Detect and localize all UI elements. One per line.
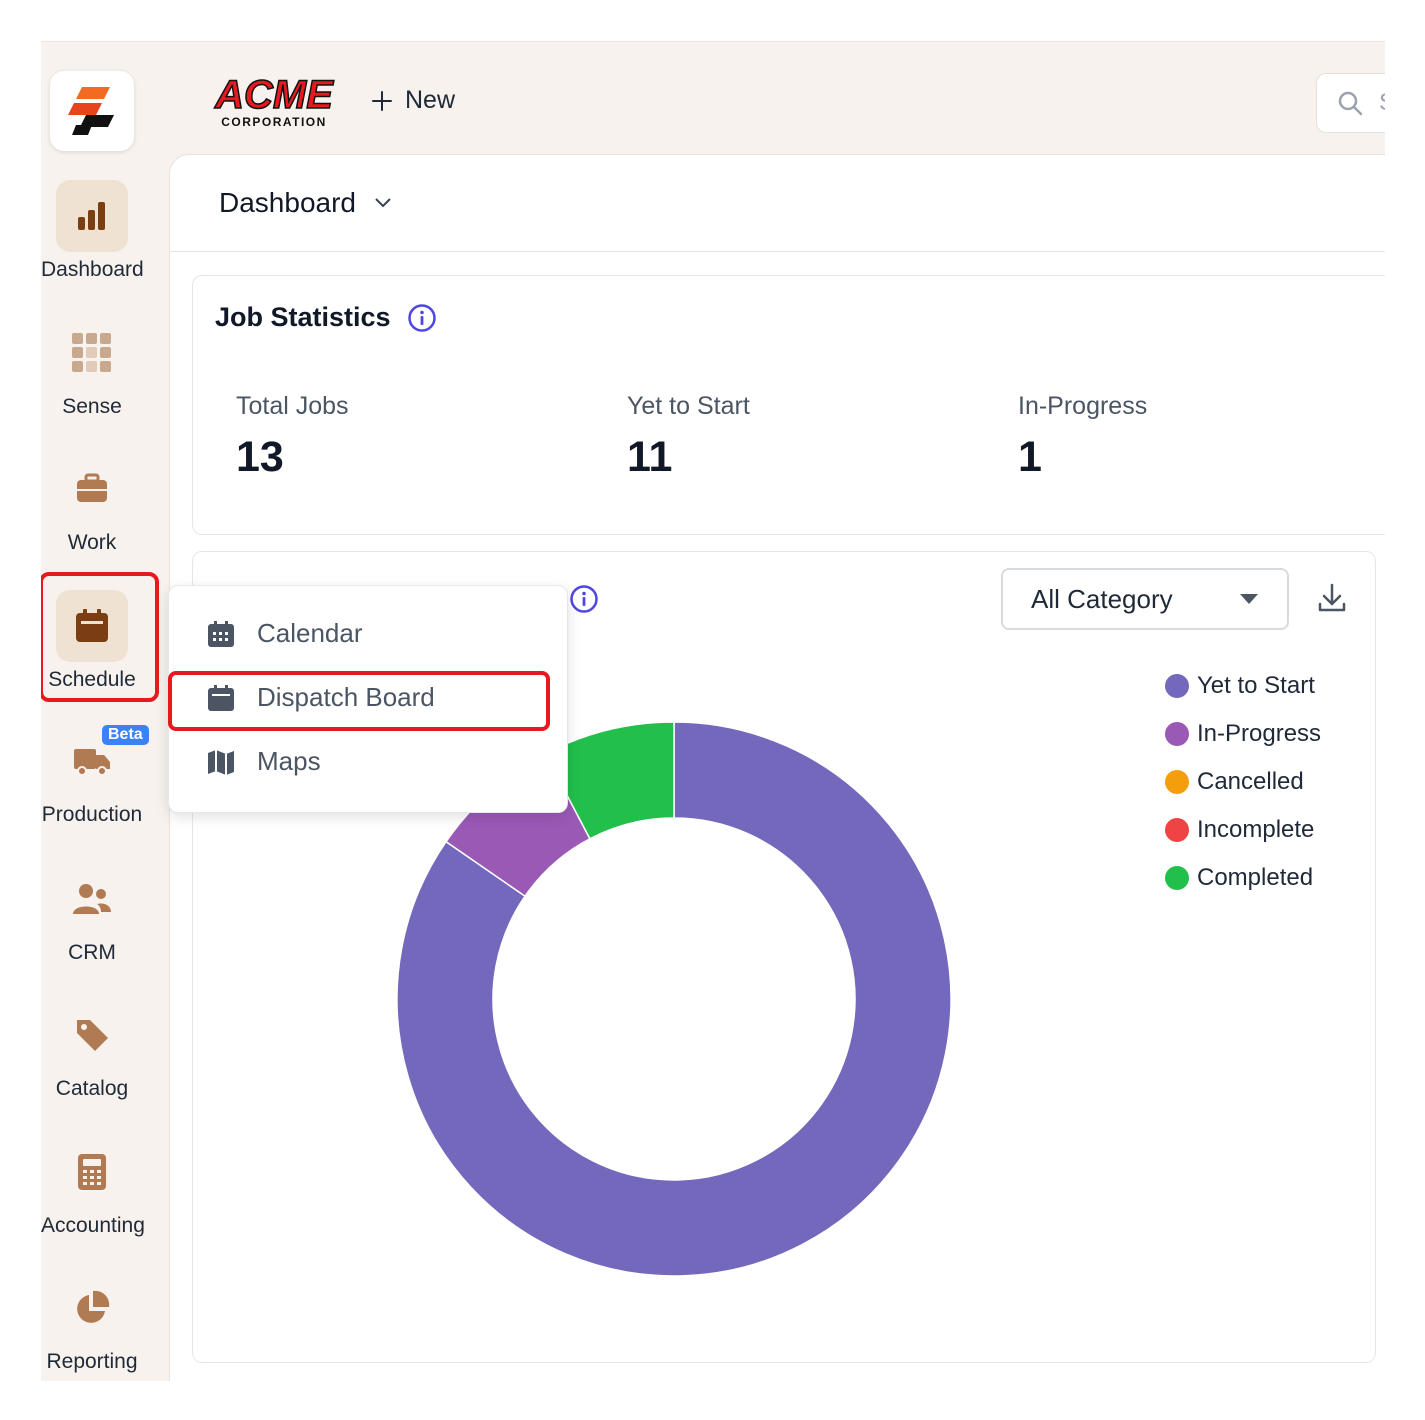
sidebar-item-accounting[interactable]: Accounting — [41, 1136, 145, 1238]
calendar-icon — [208, 684, 234, 711]
sidebar-item-schedule[interactable]: Schedule — [41, 590, 143, 692]
calculator-icon — [56, 1136, 128, 1208]
dashboard-selector[interactable]: Dashboard — [219, 187, 392, 219]
stat-label: Yet to Start — [627, 392, 750, 420]
sidebar-item-label: Accounting — [41, 1214, 145, 1237]
brand-logo[interactable]: ACME CORPORATION — [211, 72, 337, 135]
menu-item-label: Calendar — [257, 618, 363, 648]
legend-label: In-Progress — [1197, 720, 1322, 747]
menu-item-maps[interactable]: Maps — [207, 746, 321, 777]
sidebar-item-sense[interactable]: Sense — [41, 317, 143, 419]
sidebar-item-label: Sense — [62, 395, 122, 418]
job-statistics-title: Job Statistics — [215, 302, 391, 332]
sidebar-item-reporting[interactable]: Reporting — [41, 1272, 143, 1374]
legend-swatch — [1165, 722, 1189, 746]
sidebar-item-label: Production — [41, 803, 143, 826]
legend-swatch — [1165, 674, 1189, 698]
category-select[interactable]: All Category — [1001, 568, 1289, 630]
grid-icon — [56, 317, 128, 389]
pie-chart-icon — [56, 1272, 128, 1344]
sidebar-item-label: CRM — [68, 941, 116, 964]
sidebar-item-label: Work — [67, 531, 117, 554]
app-window: Dashboard Sense Work Schedule Beta Produ… — [41, 41, 1385, 1381]
search-icon — [1338, 91, 1363, 116]
legend-item-yet-to-start[interactable]: Yet to Start — [1165, 662, 1321, 710]
sidebar-item-dashboard[interactable]: Dashboard — [41, 180, 144, 282]
stat-yet-to-start: Yet to Start 11 — [627, 392, 750, 482]
chevron-down-icon — [375, 198, 391, 208]
plus-icon — [372, 90, 392, 111]
legend-swatch — [1165, 770, 1189, 794]
stat-in-progress: In-Progress 1 — [1018, 392, 1147, 482]
sidebar-item-label: Reporting — [46, 1350, 138, 1373]
bar-chart-icon — [56, 180, 128, 252]
search-placeholder: S — [1379, 89, 1385, 117]
legend-label: Cancelled — [1197, 768, 1304, 795]
menu-item-label: Maps — [257, 746, 321, 776]
new-button[interactable]: New — [371, 86, 455, 115]
stat-total-jobs: Total Jobs 13 — [236, 392, 349, 482]
menu-item-calendar[interactable]: Calendar — [207, 618, 363, 649]
map-icon — [208, 749, 234, 775]
sidebar-item-catalog[interactable]: Catalog — [41, 999, 143, 1101]
legend-item-completed[interactable]: Completed — [1165, 854, 1321, 902]
legend-item-cancelled[interactable]: Cancelled — [1165, 758, 1321, 806]
users-icon — [56, 863, 128, 935]
info-icon[interactable] — [569, 584, 599, 614]
sidebar-item-label: Dashboard — [41, 258, 144, 281]
menu-item-dispatch-board[interactable]: Dispatch Board — [207, 682, 435, 713]
brand-name: ACME — [214, 73, 334, 117]
legend-label: Incomplete — [1197, 816, 1315, 843]
info-icon[interactable] — [407, 303, 437, 333]
beta-badge: Beta — [102, 725, 149, 745]
sidebar-item-label: Catalog — [55, 1077, 129, 1100]
legend-item-in-progress[interactable]: In-Progress — [1165, 710, 1321, 758]
app-logo-icon — [68, 87, 114, 135]
sidebar-item-work[interactable]: Work — [41, 453, 143, 555]
legend-label: Yet to Start — [1197, 672, 1315, 699]
calendar-icon — [208, 620, 234, 647]
sidebar-item-label: Schedule — [48, 668, 136, 691]
stat-value: 1 — [1018, 433, 1042, 481]
sidebar-item-crm[interactable]: CRM — [41, 863, 143, 965]
legend-swatch — [1165, 818, 1189, 842]
chart-legend: Yet to Start In-Progress Cancelled Incomple… — [1165, 662, 1321, 902]
category-select-value: All Category — [1031, 583, 1173, 614]
app-logo[interactable] — [50, 71, 134, 151]
caret-down-icon — [1240, 594, 1258, 604]
tag-icon — [56, 999, 128, 1071]
stat-label: In-Progress — [1018, 392, 1148, 420]
menu-item-label: Dispatch Board — [257, 682, 435, 712]
legend-item-incomplete[interactable]: Incomplete — [1165, 806, 1321, 854]
stat-value: 11 — [627, 433, 673, 481]
new-button-label: New — [405, 86, 456, 114]
calendar-icon — [56, 590, 128, 662]
download-icon[interactable] — [1317, 582, 1347, 614]
page-header: Dashboard — [170, 155, 1385, 252]
job-statistics-card: Job Statistics Total Jobs 13 Yet to Star… — [192, 275, 1385, 535]
brand-sub: CORPORATION — [221, 115, 327, 129]
legend-swatch — [1165, 866, 1189, 890]
sidebar-item-production[interactable]: Beta Production — [41, 725, 149, 827]
stat-value: 13 — [236, 433, 284, 481]
stat-label: Total Jobs — [236, 392, 349, 420]
schedule-dropdown-menu: Calendar Dispatch Board Maps — [168, 585, 568, 813]
search-input[interactable]: S — [1316, 73, 1385, 133]
page-title: Dashboard — [219, 187, 356, 218]
legend-label: Completed — [1197, 864, 1314, 891]
briefcase-icon — [56, 453, 128, 525]
